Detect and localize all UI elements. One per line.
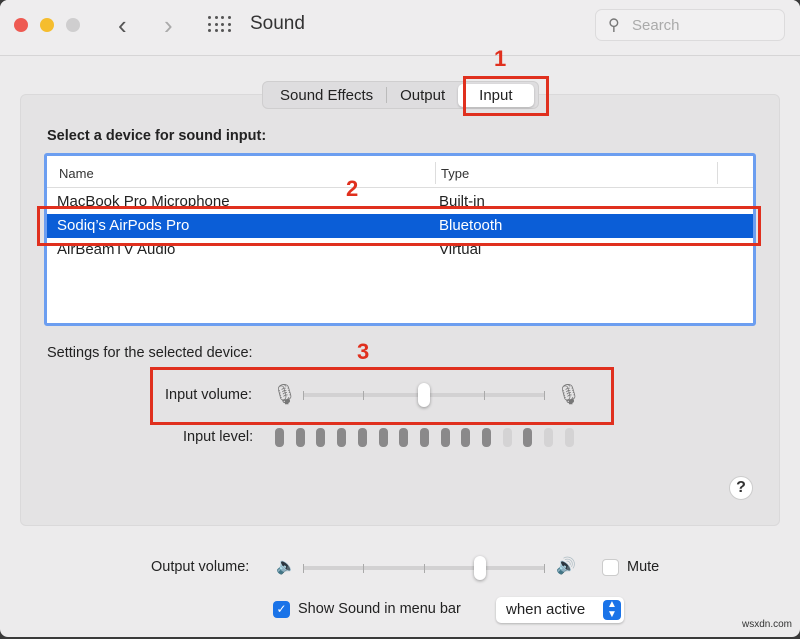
annotation-box-1: [463, 76, 549, 116]
mute-label: Mute: [627, 559, 660, 575]
mute-checkbox[interactable]: [602, 559, 619, 576]
input-level-bar: [564, 428, 574, 447]
forward-chevron-icon[interactable]: ›: [164, 10, 173, 41]
column-header-name[interactable]: Name: [59, 166, 94, 181]
input-level-label: Input level:: [183, 429, 254, 445]
title-bar: ‹ › Sound ⚲ Search: [0, 0, 800, 56]
slider-tick: [544, 564, 545, 573]
input-level-bar: [295, 428, 305, 447]
input-level-bar: [275, 428, 284, 447]
tab-sound-effects[interactable]: Sound Effects: [267, 87, 386, 104]
slider-thumb[interactable]: [473, 556, 486, 580]
input-level-bar: [419, 428, 429, 447]
input-level-bar: [337, 428, 347, 447]
show-in-menu-bar-checkbox[interactable]: ✓: [273, 601, 290, 618]
input-level-bar: [523, 428, 533, 447]
input-level-bar: [482, 428, 491, 447]
annotation-number-3: 3: [357, 339, 370, 364]
slider-tick: [303, 564, 304, 573]
search-input[interactable]: ⚲ Search: [595, 9, 785, 41]
help-button[interactable]: ?: [729, 476, 753, 500]
slider-tick: [423, 564, 425, 573]
column-header-type[interactable]: Type: [441, 166, 469, 181]
annotation-number-2: 2: [346, 176, 359, 201]
annotation-box-2: [37, 206, 761, 246]
input-level-bar: [378, 428, 388, 447]
show-all-grid-icon[interactable]: [208, 16, 232, 34]
zoom-button[interactable]: [66, 18, 80, 32]
device-heading: Select a device for sound input:: [47, 128, 267, 144]
output-volume-label: Output volume:: [151, 559, 250, 575]
tab-output[interactable]: Output: [387, 87, 458, 104]
search-icon: ⚲: [608, 17, 620, 34]
menu-bar-visibility-popup[interactable]: when active ▲ ▼: [496, 597, 624, 623]
sound-preferences-window: ‹ › Sound ⚲ Search Sound Effects Output I…: [0, 0, 800, 637]
window-title: Sound: [250, 13, 305, 34]
back-chevron-icon[interactable]: ‹: [118, 10, 127, 41]
speaker-high-icon: 🔊: [556, 558, 576, 575]
search-placeholder: Search: [632, 17, 680, 34]
show-in-menu-bar-label: Show Sound in menu bar: [298, 601, 461, 617]
input-level-bar: [316, 428, 326, 447]
settings-heading: Settings for the selected device:: [47, 345, 253, 361]
input-level-bar: [440, 428, 450, 447]
annotation-box-3: [150, 367, 614, 425]
watermark: wsxdn.com: [741, 619, 792, 630]
minimize-button[interactable]: [40, 18, 54, 32]
close-button[interactable]: [14, 18, 28, 32]
speaker-low-icon: 🔈: [276, 558, 296, 575]
output-volume-slider[interactable]: [303, 556, 545, 580]
input-level-bar: [357, 428, 367, 447]
input-level-bar: [461, 428, 471, 447]
popup-value: when active: [506, 601, 586, 618]
slider-tick: [363, 564, 365, 573]
input-level-bar: [399, 428, 409, 447]
input-level-bar: [502, 428, 512, 447]
annotation-number-1: 1: [494, 46, 507, 71]
popup-chevrons-icon: ▲ ▼: [603, 600, 621, 620]
input-level-bar: [544, 428, 554, 447]
